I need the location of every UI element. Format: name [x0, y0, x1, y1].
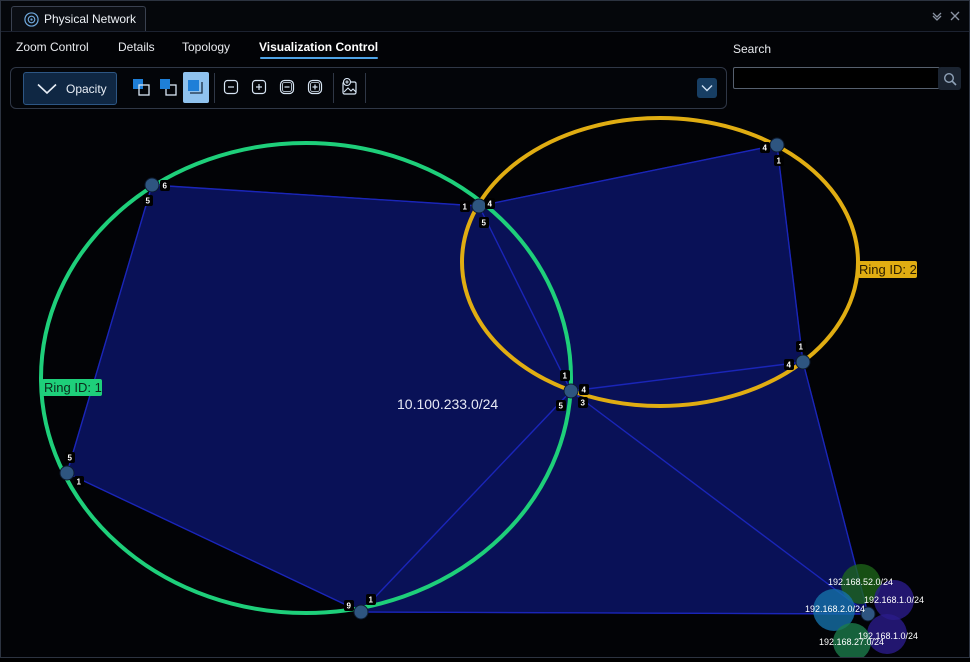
network-node [795, 354, 811, 370]
svg-text:1: 1 [77, 478, 82, 487]
window-tab[interactable]: Physical Network [11, 6, 146, 31]
title-bar: Physical Network [1, 1, 969, 32]
network-globe-icon [24, 11, 39, 27]
svg-text:1: 1 [369, 596, 374, 605]
network-node [353, 604, 369, 620]
svg-text:Ring ID: 1: Ring ID: 1 [44, 380, 102, 395]
search-input[interactable] [733, 67, 940, 89]
bring-to-front-icon[interactable] [129, 74, 153, 100]
subnet-region [66, 144, 869, 615]
collapse-all-icon[interactable] [275, 74, 299, 100]
subnet-label: 10.100.233.0/24 [397, 396, 498, 412]
chevron-down-icon[interactable] [931, 9, 943, 21]
export-image-icon[interactable] [338, 74, 362, 100]
svg-text:1: 1 [563, 372, 568, 381]
svg-text:4: 4 [787, 361, 792, 370]
svg-text:9: 9 [347, 602, 352, 611]
tab-zoom-control[interactable]: Zoom Control [16, 40, 89, 54]
svg-text:Ring ID: 2: Ring ID: 2 [859, 262, 917, 277]
topology-canvas[interactable]: Ring ID: 1 Ring ID: 2 10.100.233.0/24 6 … [2, 113, 968, 661]
svg-text:4: 4 [488, 200, 493, 209]
svg-text:5: 5 [68, 454, 73, 463]
search-button[interactable] [938, 67, 961, 90]
chevron-down-icon [701, 85, 713, 92]
subnet-tag: 192.168.52.0/24 [828, 577, 893, 587]
svg-text:4: 4 [582, 386, 587, 395]
network-node [563, 383, 579, 399]
network-node [769, 137, 785, 153]
network-node [59, 465, 75, 481]
tab-visualization-control[interactable]: Visualization Control [259, 40, 378, 54]
svg-text:4: 4 [763, 144, 768, 153]
svg-text:5: 5 [559, 402, 564, 411]
svg-text:6: 6 [163, 182, 168, 191]
subnet-tag: 192.168.2.0/24 [805, 604, 865, 614]
tab-details[interactable]: Details [118, 40, 155, 54]
svg-text:1: 1 [799, 343, 804, 352]
subnet-tag: 192.168.1.0/24 [864, 595, 924, 605]
tab-topology[interactable]: Topology [182, 40, 230, 54]
zoom-out-icon[interactable] [219, 74, 243, 100]
search-icon [943, 72, 957, 86]
send-to-back-icon[interactable] [156, 74, 180, 100]
svg-text:5: 5 [482, 219, 487, 228]
close-icon[interactable] [949, 9, 961, 21]
network-node [144, 177, 160, 193]
fit-selection-icon[interactable] [183, 72, 209, 103]
active-tab-indicator [260, 57, 378, 59]
svg-text:1: 1 [777, 157, 782, 166]
window-title: Physical Network [44, 12, 137, 26]
toolbar-expand-button[interactable] [697, 78, 717, 98]
search-label: Search [733, 42, 772, 56]
ring-2-label: Ring ID: 2 [858, 261, 917, 278]
network-node [471, 198, 487, 214]
subnet-tag: 192.168.27.0/24 [819, 637, 884, 647]
topology-graph[interactable]: Ring ID: 1 Ring ID: 2 10.100.233.0/24 6 … [2, 113, 968, 661]
zoom-in-icon[interactable] [247, 74, 271, 100]
svg-text:3: 3 [581, 399, 586, 408]
app-window: Physical Network Zoom Control Details To… [0, 0, 970, 661]
opacity-label: Opacity [66, 81, 107, 96]
visualization-toolbar: Opacity [10, 67, 727, 109]
chevron-down-icon [37, 83, 57, 94]
opacity-button[interactable]: Opacity [23, 72, 117, 105]
ring-1-label: Ring ID: 1 [42, 379, 102, 396]
svg-text:1: 1 [463, 203, 468, 212]
expand-all-icon[interactable] [303, 74, 327, 100]
svg-text:5: 5 [146, 197, 151, 206]
